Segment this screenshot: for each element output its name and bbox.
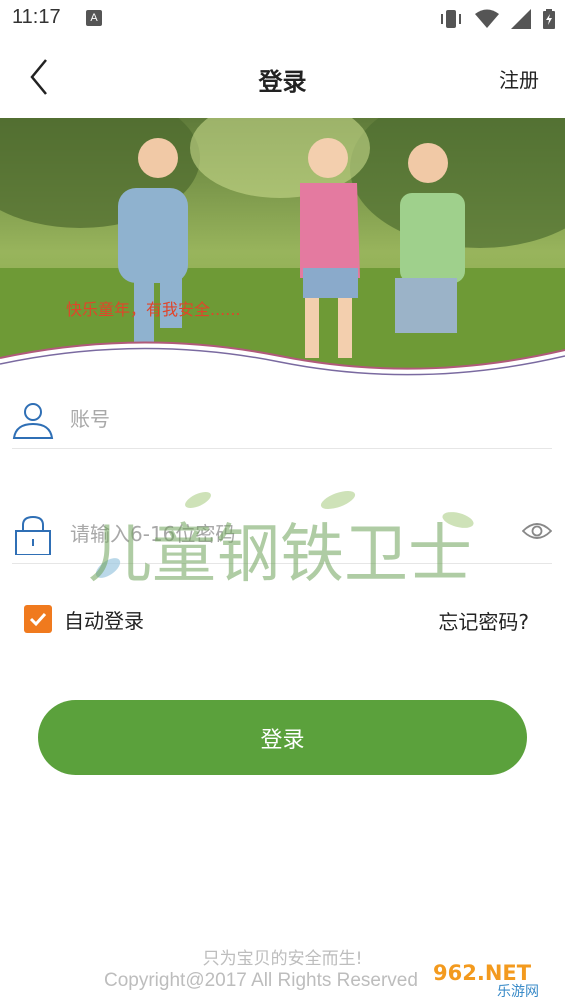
title-bar: 登录 注册 <box>0 38 565 118</box>
password-field <box>12 503 553 564</box>
footer-copyright: Copyright@2017 All Rights Reserved <box>104 970 418 991</box>
auto-login-label: 自动登录 <box>64 608 144 633</box>
status-bar: 11:17 A <box>0 0 565 38</box>
site-logo-badge: 962.NET 乐游网 <box>425 956 559 1000</box>
password-input[interactable] <box>68 515 492 553</box>
vibrate-icon <box>441 10 461 28</box>
register-link[interactable]: 注册 <box>499 64 539 93</box>
children-running-illustration <box>0 118 565 386</box>
eye-icon[interactable] <box>521 519 553 543</box>
battery-icon <box>543 9 555 29</box>
checkbox-checked-icon[interactable] <box>24 605 52 633</box>
forgot-password-link[interactable]: 忘记密码? <box>438 606 529 635</box>
notification-badge: A <box>86 10 102 26</box>
banner-image: 快乐童年，有我安全...... <box>0 118 565 386</box>
badge-secondary: 乐游网 <box>497 984 539 1000</box>
account-field <box>12 388 552 449</box>
status-icons <box>439 8 555 30</box>
badge-primary: 962.NET <box>433 961 532 985</box>
wifi-icon <box>475 9 499 28</box>
signal-icon <box>511 9 531 29</box>
auto-login-checkbox[interactable]: 自动登录 <box>24 604 144 634</box>
page-title: 登录 <box>258 68 307 96</box>
banner-caption: 快乐童年，有我安全...... <box>66 300 241 319</box>
lock-icon <box>12 513 54 556</box>
account-input[interactable] <box>68 400 492 438</box>
status-time: 11:17 <box>12 6 61 28</box>
user-icon <box>12 398 54 440</box>
login-button[interactable]: 登录 <box>38 700 527 775</box>
